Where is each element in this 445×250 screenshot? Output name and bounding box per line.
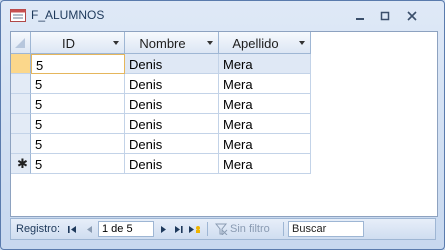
- form-icon: [10, 9, 26, 22]
- sort-dropdown-icon[interactable]: [207, 41, 213, 45]
- cell-id[interactable]: 5: [31, 74, 125, 94]
- cell-apellido[interactable]: Mera: [219, 154, 311, 174]
- cell-nombre[interactable]: Denis: [125, 154, 219, 174]
- form-window: F_ALUMNOS ID Nombre Apellido 5 Denis Mer…: [0, 0, 445, 250]
- cell-apellido[interactable]: Mera: [219, 74, 311, 94]
- next-record-icon: [160, 225, 166, 233]
- title-bar[interactable]: F_ALUMNOS: [1, 1, 444, 30]
- column-header-label: ID: [62, 36, 75, 51]
- cell-id[interactable]: 5: [31, 154, 125, 174]
- cell-nombre[interactable]: Denis: [125, 134, 219, 154]
- cell-id[interactable]: 5: [31, 94, 125, 114]
- datasheet: ID Nombre Apellido 5 Denis Mera 5 Denis …: [10, 31, 438, 217]
- select-all-icon: [15, 38, 25, 48]
- window-title: F_ALUMNOS: [31, 8, 105, 22]
- filter-label: Sin filtro: [230, 223, 270, 235]
- last-record-button[interactable]: [172, 222, 184, 236]
- column-header-apellido[interactable]: Apellido: [219, 32, 311, 54]
- table-row[interactable]: 5 Denis Mera: [11, 54, 311, 74]
- filter-icon: [214, 223, 227, 235]
- cell-nombre[interactable]: Denis: [125, 114, 219, 134]
- column-header-label: Apellido: [232, 36, 279, 51]
- last-record-icon: [174, 225, 183, 233]
- sort-dropdown-icon[interactable]: [113, 41, 119, 45]
- record-label: Registro:: [16, 223, 61, 235]
- separator: [283, 222, 284, 236]
- new-record-nav-icon: [189, 225, 200, 233]
- new-record-button[interactable]: [187, 222, 203, 236]
- close-button[interactable]: [399, 7, 425, 25]
- previous-record-button[interactable]: [83, 222, 95, 236]
- record-navigation-bar: Registro: 1 de 5 Sin filtro Buscar: [10, 218, 436, 240]
- row-selector[interactable]: [11, 54, 31, 74]
- next-record-button[interactable]: [157, 222, 169, 236]
- cell-id[interactable]: 5: [31, 54, 125, 74]
- cell-apellido[interactable]: Mera: [219, 94, 311, 114]
- cell-apellido[interactable]: Mera: [219, 54, 311, 74]
- minimize-button[interactable]: [347, 7, 373, 25]
- row-selector[interactable]: [11, 94, 31, 114]
- sort-dropdown-icon[interactable]: [299, 41, 305, 45]
- select-all-button[interactable]: [11, 32, 31, 54]
- table-row[interactable]: 5 Denis Mera: [11, 114, 311, 134]
- restore-icon: [380, 11, 390, 21]
- cell-nombre[interactable]: Denis: [125, 74, 219, 94]
- close-icon: [407, 11, 417, 21]
- separator: [207, 222, 208, 236]
- cell-id[interactable]: 5: [31, 114, 125, 134]
- cell-apellido[interactable]: Mera: [219, 134, 311, 154]
- minimize-icon: [356, 18, 364, 20]
- restore-button[interactable]: [372, 7, 398, 25]
- new-record-icon: ✱: [17, 156, 28, 171]
- table-row[interactable]: 5 Denis Mera: [11, 134, 311, 154]
- column-header-id[interactable]: ID: [31, 32, 125, 54]
- filter-toggle-button[interactable]: [214, 222, 228, 236]
- first-record-button[interactable]: [66, 222, 78, 236]
- new-record-row[interactable]: ✱ 5 Denis Mera: [11, 154, 311, 174]
- row-selector[interactable]: [11, 74, 31, 94]
- column-header-label: Nombre: [139, 36, 186, 51]
- search-input[interactable]: Buscar: [288, 221, 364, 237]
- previous-record-icon: [86, 225, 92, 233]
- cell-apellido[interactable]: Mera: [219, 114, 311, 134]
- column-header-nombre[interactable]: Nombre: [125, 32, 219, 54]
- current-record-field[interactable]: 1 de 5: [98, 221, 154, 237]
- first-record-icon: [67, 225, 76, 233]
- cell-nombre[interactable]: Denis: [125, 54, 219, 74]
- table-row[interactable]: 5 Denis Mera: [11, 94, 311, 114]
- row-selector[interactable]: ✱: [11, 154, 31, 174]
- cell-id[interactable]: 5: [31, 134, 125, 154]
- cell-nombre[interactable]: Denis: [125, 94, 219, 114]
- table-row[interactable]: 5 Denis Mera: [11, 74, 311, 94]
- row-selector[interactable]: [11, 134, 31, 154]
- row-selector[interactable]: [11, 114, 31, 134]
